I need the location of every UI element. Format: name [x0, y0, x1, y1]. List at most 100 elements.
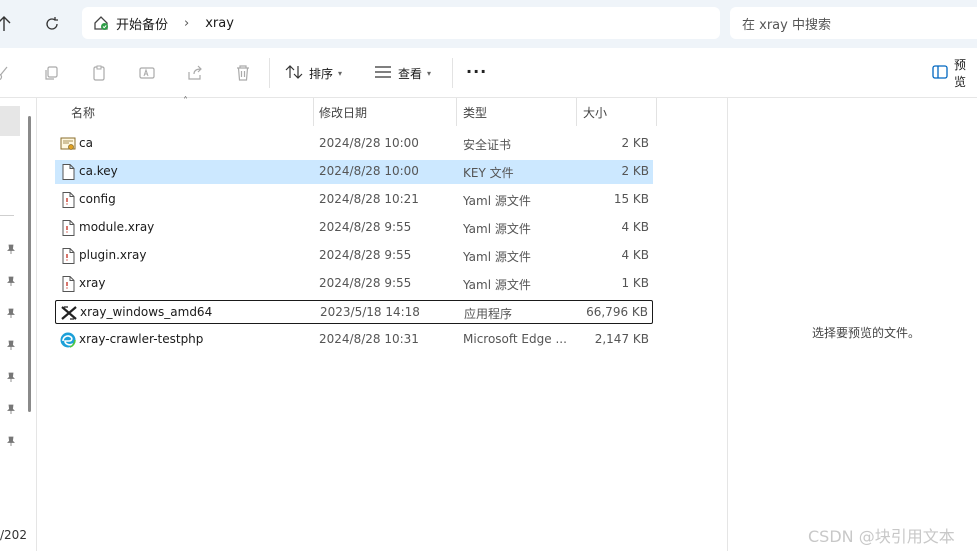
up-arrow-icon[interactable] [0, 12, 16, 36]
copy-icon[interactable] [42, 64, 60, 82]
title-bar: 开始备份 › xray 在 xray 中搜索 [0, 0, 977, 48]
delete-icon[interactable] [234, 64, 252, 82]
file-date: 2024/8/28 9:55 [319, 276, 412, 290]
file-type: Yaml 源文件 [463, 222, 531, 236]
file-name: ca.key [79, 164, 118, 178]
file-date: 2023/5/18 14:18 [320, 305, 420, 319]
column-date-label: 修改日期 [319, 105, 368, 120]
preview-empty-message: 选择要预览的文件。 [812, 326, 921, 340]
backup-home-icon [92, 14, 110, 32]
column-header-size[interactable]: 大小 [583, 98, 607, 126]
search-input[interactable]: 在 xray 中搜索 [742, 14, 831, 33]
refresh-icon[interactable] [40, 12, 64, 36]
sort-button[interactable]: 排序 ▾ [285, 62, 342, 84]
file-size: 2,147 KB [594, 332, 649, 346]
nav-date-fragment: /202 [0, 528, 27, 542]
address-bar[interactable]: 开始备份 › xray [82, 7, 720, 39]
paste-icon[interactable] [90, 64, 108, 82]
file-size: 66,796 KB [586, 305, 648, 319]
pin-icon[interactable] [5, 243, 17, 255]
nav-divider [0, 215, 14, 216]
file-row[interactable]: plugin.xray 2024/8/28 9:55 Yaml 源文件 4 KB [55, 244, 653, 268]
file-date: 2024/8/28 9:55 [319, 220, 412, 234]
rename-icon[interactable] [138, 64, 156, 82]
file-date: 2024/8/28 9:55 [319, 248, 412, 262]
pin-icon[interactable] [5, 371, 17, 383]
cut-icon[interactable] [0, 64, 12, 82]
file-list: ˄ 名称 修改日期 类型 大小 ca 2024/8/28 10:00 安全证书 … [37, 96, 727, 551]
more-options-button[interactable]: ··· [466, 62, 487, 81]
file-name: plugin.xray [79, 248, 147, 262]
file-type: Yaml 源文件 [463, 194, 531, 208]
file-name: xray_windows_amd64 [80, 305, 213, 319]
column-header-name[interactable]: 名称 [71, 98, 95, 126]
preview-pane-icon [932, 64, 948, 82]
chevron-down-icon: ▾ [338, 68, 343, 78]
file-name: xray [79, 276, 106, 290]
view-label: 查看 [398, 66, 423, 81]
yaml-file-icon [59, 219, 77, 237]
file-type: KEY 文件 [463, 166, 514, 180]
file-name: ca [79, 136, 93, 150]
pin-icon[interactable] [5, 307, 17, 319]
file-name: xray-crawler-testphp [79, 332, 204, 346]
toolbar-divider [269, 58, 270, 88]
file-size: 2 KB [621, 164, 649, 178]
preview-pane-button[interactable]: 预览 [932, 58, 977, 89]
file-name: module.xray [79, 220, 155, 234]
file-size: 1 KB [621, 276, 649, 290]
yaml-file-icon [59, 275, 77, 293]
certificate-icon [59, 135, 77, 153]
file-row[interactable]: xray 2024/8/28 9:55 Yaml 源文件 1 KB [55, 272, 653, 296]
column-name-label: 名称 [71, 105, 96, 120]
application-icon [60, 304, 78, 322]
command-bar: 排序 ▾ 查看 ▾ ··· 预览 [0, 48, 977, 98]
column-header-date[interactable]: 修改日期 [319, 98, 367, 126]
breadcrumb-xray[interactable]: xray [205, 16, 234, 31]
column-divider[interactable] [576, 98, 577, 126]
file-row[interactable]: ca.key 2024/8/28 10:00 KEY 文件 2 KB [55, 160, 653, 184]
file-row[interactable]: xray_windows_amd64 2023/5/18 14:18 应用程序 … [55, 300, 653, 324]
edge-icon [59, 331, 77, 349]
file-date: 2024/8/28 10:21 [319, 192, 419, 206]
chevron-down-icon: ▾ [427, 68, 432, 78]
file-size: 4 KB [621, 220, 649, 234]
file-row[interactable]: config 2024/8/28 10:21 Yaml 源文件 15 KB [55, 188, 653, 212]
share-icon[interactable] [186, 64, 204, 82]
yaml-file-icon [59, 247, 77, 265]
preview-label: 预览 [954, 58, 967, 89]
file-name: config [79, 192, 116, 206]
column-divider[interactable] [313, 98, 314, 126]
pin-icon[interactable] [5, 275, 17, 287]
breadcrumb-chevron-icon[interactable]: › [184, 16, 189, 31]
file-size: 15 KB [613, 192, 649, 206]
breadcrumb-backup[interactable]: 开始备份 [116, 14, 168, 33]
file-row[interactable]: ca 2024/8/28 10:00 安全证书 2 KB [55, 132, 653, 156]
navigation-pane: /202 [0, 98, 37, 551]
file-type: Yaml 源文件 [463, 278, 531, 292]
pin-icon[interactable] [5, 403, 17, 415]
column-divider[interactable] [456, 98, 457, 126]
preview-pane: 选择要预览的文件。 [727, 98, 977, 551]
file-row[interactable]: xray-crawler-testphp 2024/8/28 10:31 Mic… [55, 328, 653, 352]
file-type: Yaml 源文件 [463, 250, 531, 264]
column-size-label: 大小 [583, 105, 608, 120]
toolbar-divider [452, 58, 453, 88]
column-header-type[interactable]: 类型 [463, 98, 487, 126]
file-size: 2 KB [621, 136, 649, 150]
pin-icon[interactable] [5, 435, 17, 447]
sort-ascending-icon: ˄ [183, 96, 188, 107]
nav-scrollbar[interactable] [28, 116, 31, 412]
column-divider[interactable] [656, 98, 657, 126]
file-date: 2024/8/28 10:00 [319, 164, 419, 178]
file-row[interactable]: module.xray 2024/8/28 9:55 Yaml 源文件 4 KB [55, 216, 653, 240]
view-list-icon [374, 65, 392, 82]
search-box[interactable]: 在 xray 中搜索 [730, 7, 977, 39]
view-button[interactable]: 查看 ▾ [374, 62, 431, 84]
nav-selected-item[interactable] [0, 106, 20, 136]
column-type-label: 类型 [463, 105, 488, 120]
pin-icon[interactable] [5, 339, 17, 351]
file-date: 2024/8/28 10:00 [319, 136, 419, 150]
file-size: 4 KB [621, 248, 649, 262]
file-type: 安全证书 [463, 138, 512, 152]
